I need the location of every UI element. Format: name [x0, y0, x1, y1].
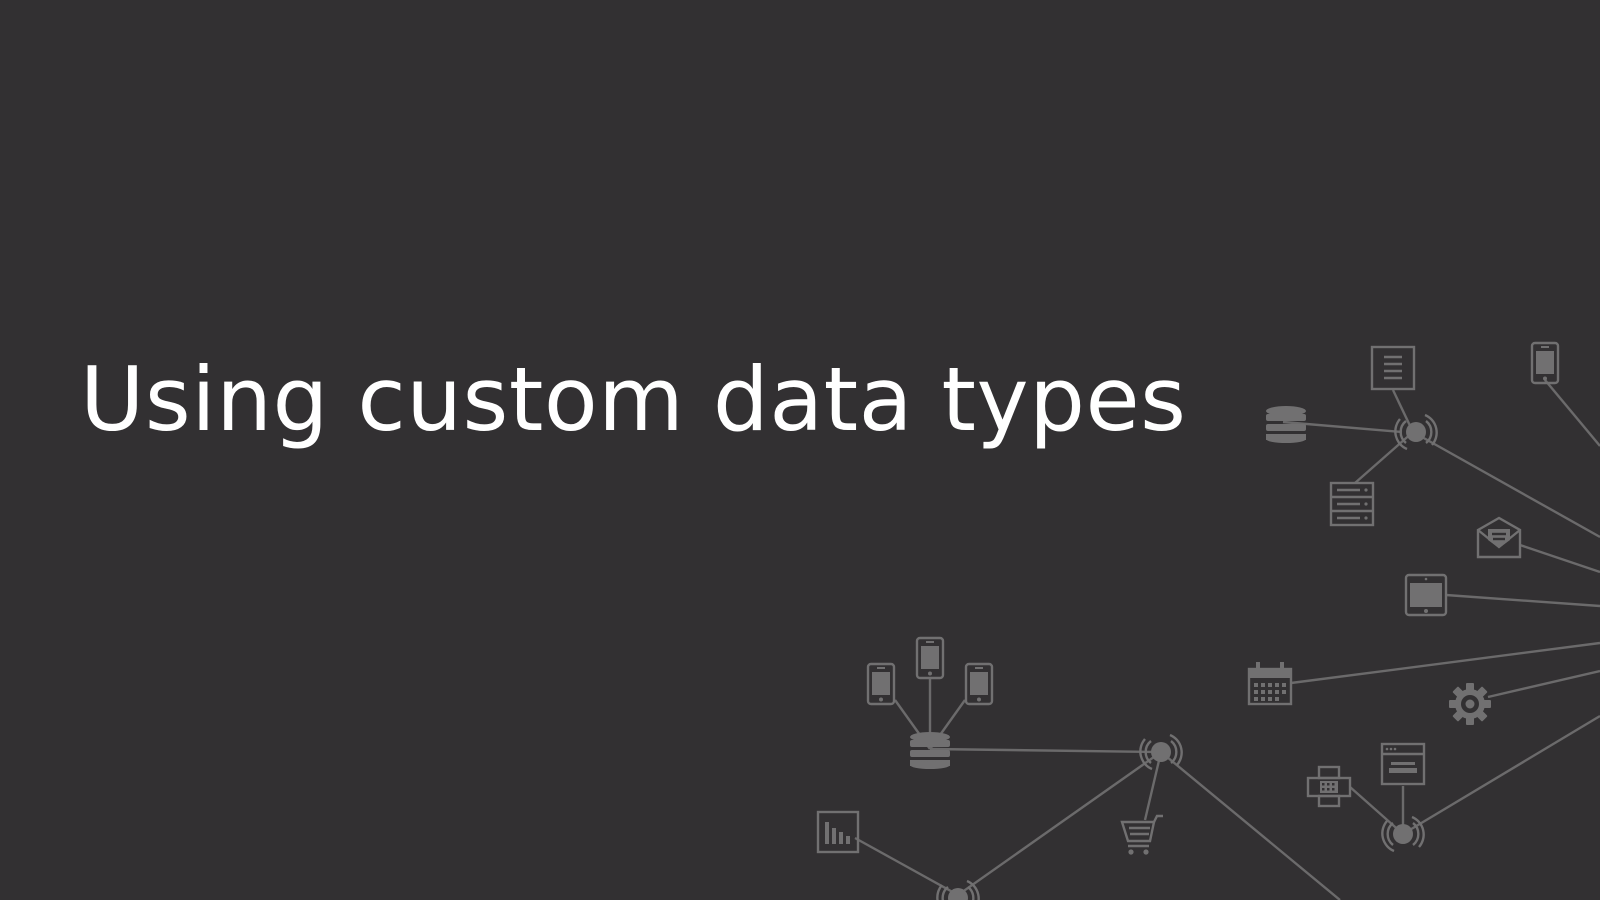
hub-node-icon [1394, 413, 1438, 451]
hub-node-icon [936, 879, 980, 900]
mail-icon [1476, 516, 1522, 559]
slide-title: Using custom data types [80, 348, 1187, 451]
phone-icon [1530, 341, 1560, 385]
database-icon [910, 732, 950, 769]
browser-window-icon [1380, 742, 1426, 786]
cart-icon [1120, 814, 1163, 855]
phone-icon [866, 662, 896, 706]
bar-chart-icon [816, 810, 860, 854]
fax-icon [1306, 765, 1352, 808]
calendar-icon [1247, 662, 1293, 706]
database-icon [1266, 406, 1306, 443]
phone-icon [915, 636, 945, 680]
phone-icon [964, 662, 994, 706]
gear-icon [1449, 683, 1491, 725]
slide: Using custom data types [0, 0, 1600, 900]
document-icon [1370, 345, 1416, 391]
server-icon [1329, 481, 1375, 527]
tablet-icon [1404, 573, 1448, 617]
